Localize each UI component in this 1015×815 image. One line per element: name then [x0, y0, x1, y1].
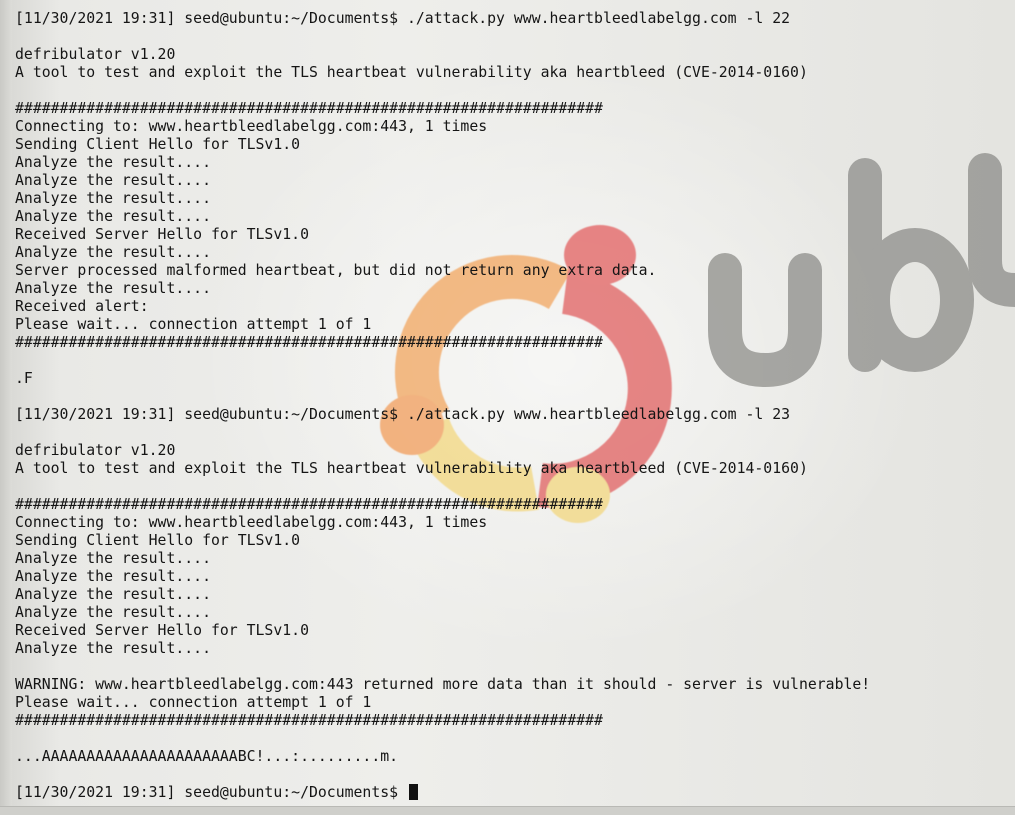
terminal-line: Analyze the result....: [15, 568, 211, 585]
terminal-line: Please wait... connection attempt 1 of 1: [15, 316, 372, 333]
terminal-line: ########################################…: [15, 100, 603, 117]
terminal-line: Please wait... connection attempt 1 of 1: [15, 694, 372, 711]
terminal-line: Server processed malformed heartbeat, bu…: [15, 262, 657, 279]
terminal-line: ...AAAAAAAAAAAAAAAAAAAAAABC!...:........…: [15, 748, 399, 765]
terminal-line: defribulator v1.20: [15, 46, 176, 63]
terminal-line: [11/30/2021 19:31] seed@ubuntu:~/Documen…: [15, 406, 791, 423]
terminal-line: Analyze the result....: [15, 244, 211, 261]
terminal-line: defribulator v1.20: [15, 442, 176, 459]
terminal-line: Received Server Hello for TLSv1.0: [15, 622, 309, 639]
terminal-cursor: [408, 784, 418, 800]
terminal-line: Analyze the result....: [15, 190, 211, 207]
terminal-line: A tool to test and exploit the TLS heart…: [15, 460, 808, 477]
terminal-line: ########################################…: [15, 334, 603, 351]
terminal-window[interactable]: [11/30/2021 19:31] seed@ubuntu:~/Documen…: [0, 0, 1015, 806]
terminal-line: Sending Client Hello for TLSv1.0: [15, 532, 301, 549]
terminal-line: Analyze the result....: [15, 586, 211, 603]
terminal-line: Connecting to: www.heartbleedlabelgg.com…: [15, 514, 488, 531]
terminal-line: Analyze the result....: [15, 172, 211, 189]
terminal-line: Analyze the result....: [15, 208, 211, 225]
terminal-line: Analyze the result....: [15, 640, 211, 657]
shell-prompt: [11/30/2021 19:31] seed@ubuntu:~/Documen…: [15, 784, 407, 801]
terminal-line: Sending Client Hello for TLSv1.0: [15, 136, 301, 153]
terminal-prompt-line[interactable]: [11/30/2021 19:31] seed@ubuntu:~/Documen…: [15, 784, 1015, 802]
terminal-line: Received alert:: [15, 298, 149, 315]
terminal-line: Received Server Hello for TLSv1.0: [15, 226, 309, 243]
terminal-line: .F: [15, 370, 33, 387]
terminal-line: WARNING: www.heartbleedlabelgg.com:443 r…: [15, 676, 871, 693]
terminal-line: Connecting to: www.heartbleedlabelgg.com…: [15, 118, 488, 135]
terminal-output: [11/30/2021 19:31] seed@ubuntu:~/Documen…: [15, 10, 1015, 802]
terminal-line: ########################################…: [15, 496, 603, 513]
terminal-line: ########################################…: [15, 712, 603, 729]
terminal-line: Analyze the result....: [15, 280, 211, 297]
terminal-line: Analyze the result....: [15, 154, 211, 171]
terminal-line: [11/30/2021 19:31] seed@ubuntu:~/Documen…: [15, 10, 791, 27]
terminal-line: A tool to test and exploit the TLS heart…: [15, 64, 808, 81]
terminal-line: Analyze the result....: [15, 604, 211, 621]
terminal-line: Analyze the result....: [15, 550, 211, 567]
